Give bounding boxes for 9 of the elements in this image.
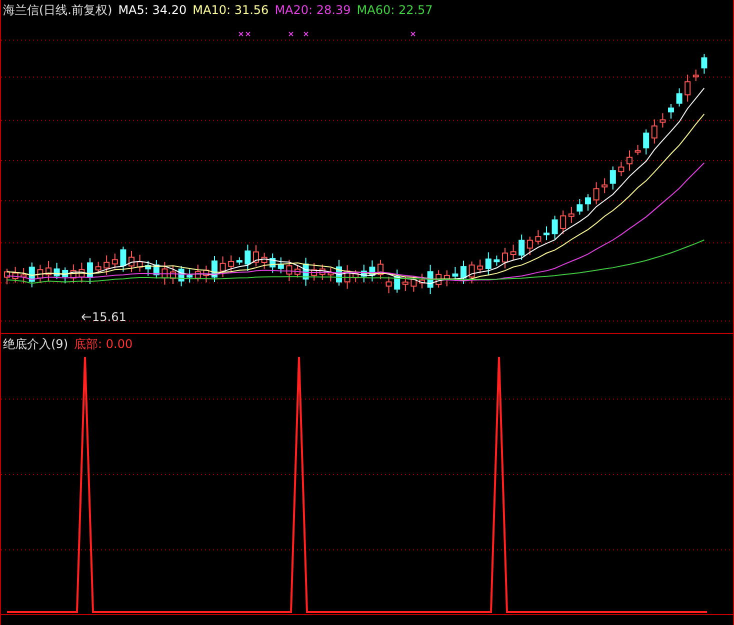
arrow-left-icon (81, 313, 91, 321)
low-price-label: 15.61 (92, 310, 126, 324)
moving-average-reading: MA60: 22.57 (356, 3, 433, 17)
stock-title: 海兰信(日线.前复权) (3, 2, 112, 18)
moving-average-reading: MA5: 34.20 (118, 3, 187, 17)
moving-average-reading: MA20: 28.39 (274, 3, 351, 17)
indicator-title: 绝底介入(9) (3, 336, 68, 352)
moving-average-reading: MA10: 31.56 (192, 3, 269, 17)
indicator-reading: 底部: 0.00 (74, 336, 133, 352)
